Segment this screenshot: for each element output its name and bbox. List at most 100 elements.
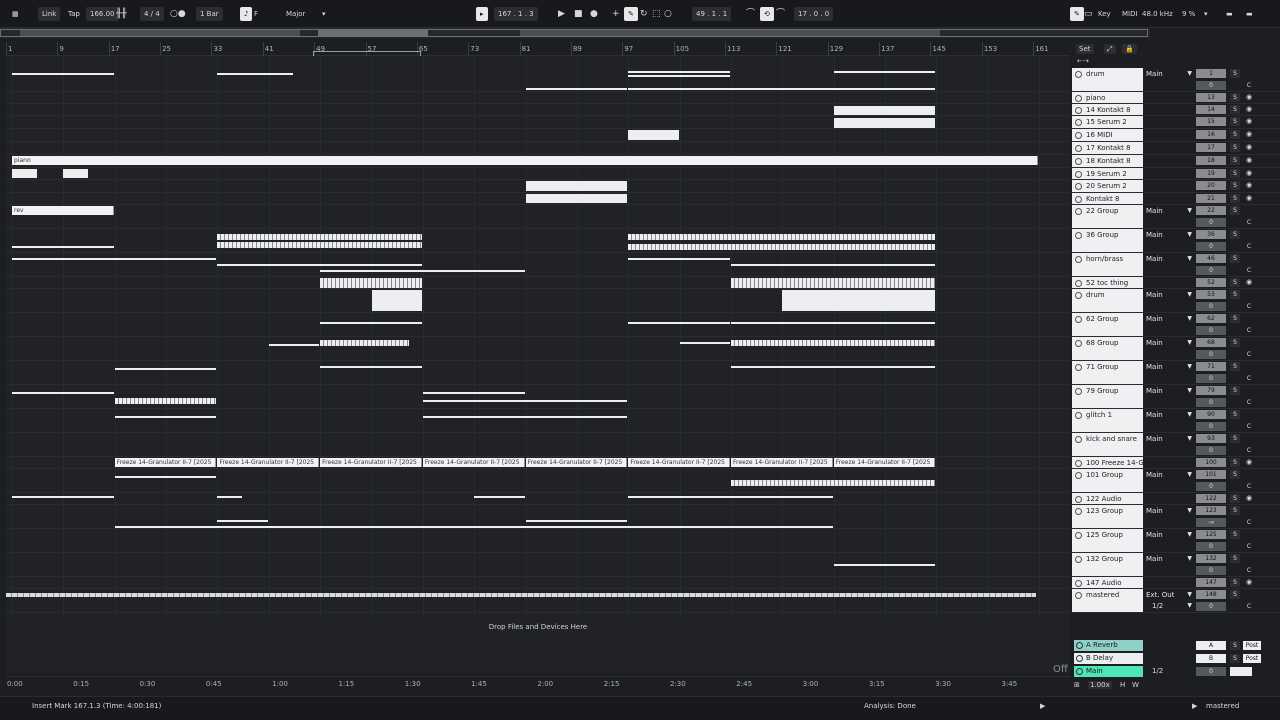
output-routing[interactable]: Main ▼ [1146, 434, 1192, 444]
solo-button[interactable]: S [1230, 494, 1240, 503]
cue-button[interactable]: C [1244, 81, 1254, 90]
metronome-toggle-icon[interactable]: ○● [170, 7, 186, 21]
track-volume[interactable]: 0 [1196, 566, 1226, 575]
cue-button[interactable]: C [1244, 302, 1254, 311]
main-output-channel[interactable]: 1/2 [1152, 667, 1163, 675]
track-volume[interactable]: 0 [1196, 482, 1226, 491]
cue-button[interactable]: C [1244, 422, 1254, 431]
track-name-field[interactable]: Kontakt 8 [1072, 193, 1143, 204]
clip[interactable]: Freeze 14-Granulator II-7 [2025 [320, 458, 422, 467]
track-volume[interactable]: 0 [1196, 242, 1226, 251]
clip[interactable] [320, 366, 422, 368]
clip[interactable]: Freeze 14-Granulator II-7 [2025 [731, 458, 833, 467]
track-number[interactable]: 16 [1196, 130, 1226, 139]
track-name-field[interactable]: piano [1072, 92, 1143, 103]
track-number[interactable]: 68 [1196, 338, 1226, 347]
arrangement-overview[interactable] [0, 28, 1150, 38]
output-routing[interactable]: Ext. Out ▼ [1146, 590, 1192, 600]
track-header[interactable]: 52 toc thing 52 S ◉ [1072, 277, 1280, 289]
solo-button[interactable]: S [1230, 654, 1240, 663]
output-routing[interactable]: Main ▼ [1146, 362, 1192, 372]
track-volume[interactable]: 0 [1196, 218, 1226, 227]
clip[interactable] [12, 258, 217, 260]
track-number[interactable]: 123 [1196, 506, 1226, 515]
track-activator-icon[interactable] [1075, 158, 1082, 165]
mastered-clip[interactable] [6, 593, 1036, 597]
track-number[interactable]: 148 [1196, 590, 1226, 599]
arm-icon[interactable]: ◉ [1244, 143, 1254, 152]
clip[interactable] [320, 322, 422, 324]
track-number[interactable]: 125 [1196, 530, 1226, 539]
cue-button[interactable]: C [1244, 242, 1254, 251]
return-track[interactable]: B Delay B S Post [1072, 653, 1280, 664]
track-name-field[interactable]: 36 Group [1072, 229, 1143, 252]
cue-button[interactable]: C [1244, 482, 1254, 491]
output-routing[interactable]: Main ▼ [1146, 314, 1192, 324]
track-header[interactable]: 20 Serum 2 20 S ◉ [1072, 180, 1280, 193]
solo-button[interactable]: S [1230, 143, 1240, 152]
clip[interactable]: Freeze 14-Granulator II-7 [2025 [833, 458, 936, 467]
solo-button[interactable]: S [1230, 194, 1240, 203]
clip[interactable] [628, 130, 679, 140]
track-header[interactable]: drum Main ▼ 53 0 S C [1072, 289, 1280, 313]
clip[interactable] [268, 344, 320, 346]
track-volume[interactable]: 0 [1196, 398, 1226, 407]
clip[interactable] [12, 246, 114, 248]
track-header[interactable]: 125 Group Main ▼ 125 0 S C [1072, 529, 1280, 553]
track-name-field[interactable]: 19 Serum 2 [1072, 168, 1143, 179]
track-name-field[interactable]: 62 Group [1072, 313, 1143, 336]
track-header[interactable]: Kontakt 8 21 S ◉ [1072, 193, 1280, 205]
track-name-field[interactable]: 68 Group [1072, 337, 1143, 360]
track-number[interactable]: 52 [1196, 278, 1226, 287]
clip[interactable] [833, 71, 936, 73]
zoom-level[interactable]: 1.00x [1088, 681, 1112, 689]
loop-start-field[interactable]: 49 . 1 . 1 [692, 7, 732, 21]
cue-button[interactable]: C [1244, 398, 1254, 407]
clip[interactable] [12, 73, 114, 75]
main-volume[interactable]: 0 [1196, 667, 1226, 676]
track-activator-icon[interactable] [1075, 460, 1082, 467]
track-activator-icon[interactable] [1075, 196, 1082, 203]
stop-icon[interactable]: ■ [574, 7, 583, 21]
clip[interactable] [679, 342, 731, 344]
scale-toggle-icon[interactable]: ♪ [240, 7, 253, 21]
track-number[interactable]: 1 [1196, 69, 1226, 78]
track-header[interactable]: 36 Group Main ▼ 36 0 S C [1072, 229, 1280, 253]
track-number[interactable]: 100 [1196, 458, 1226, 467]
clip[interactable] [217, 264, 422, 266]
cue-button[interactable]: C [1244, 518, 1254, 527]
track-number[interactable]: 17 [1196, 143, 1226, 152]
set-button[interactable]: Set [1076, 44, 1094, 54]
record-icon[interactable]: ● [590, 7, 598, 21]
post-button[interactable]: Post [1243, 654, 1261, 663]
clip[interactable] [217, 234, 422, 240]
track-name-field[interactable]: 147 Audio [1072, 577, 1143, 588]
clip[interactable] [320, 270, 525, 272]
track-activator-icon[interactable] [1076, 655, 1083, 662]
output-routing[interactable]: Main ▼ [1146, 206, 1192, 216]
clip[interactable] [320, 340, 410, 346]
output-routing[interactable]: Main ▼ [1146, 254, 1192, 264]
solo-button[interactable]: S [1230, 230, 1240, 239]
track-volume[interactable]: 0 [1196, 266, 1226, 275]
loop-length-field[interactable]: 17 . 0 . 0 [794, 7, 834, 21]
track-activator-icon[interactable] [1075, 280, 1082, 287]
track-activator-icon[interactable] [1075, 292, 1082, 299]
track-header[interactable]: 14 Kontakt 8 14 S ◉ [1072, 104, 1280, 116]
solo-button[interactable]: S [1230, 470, 1240, 479]
solo-button[interactable]: S [1230, 410, 1240, 419]
session-record-icon[interactable]: ○ [664, 7, 672, 21]
clip[interactable] [422, 392, 525, 394]
clip[interactable] [525, 194, 628, 203]
track-name-field[interactable]: 122 Audio [1072, 493, 1143, 504]
track-volume[interactable]: 0 [1196, 542, 1226, 551]
output-routing[interactable]: Main ▼ [1146, 410, 1192, 420]
track-activator-icon[interactable] [1075, 364, 1082, 371]
output-routing[interactable]: Main ▼ [1146, 554, 1192, 564]
draw-mode-icon[interactable]: ✎ [1070, 7, 1084, 21]
solo-button[interactable]: S [1230, 506, 1240, 515]
clip[interactable] [731, 322, 936, 324]
track-activator-icon[interactable] [1075, 71, 1082, 78]
track-activator-icon[interactable] [1075, 95, 1082, 102]
h-toggle[interactable]: H [1120, 681, 1125, 689]
